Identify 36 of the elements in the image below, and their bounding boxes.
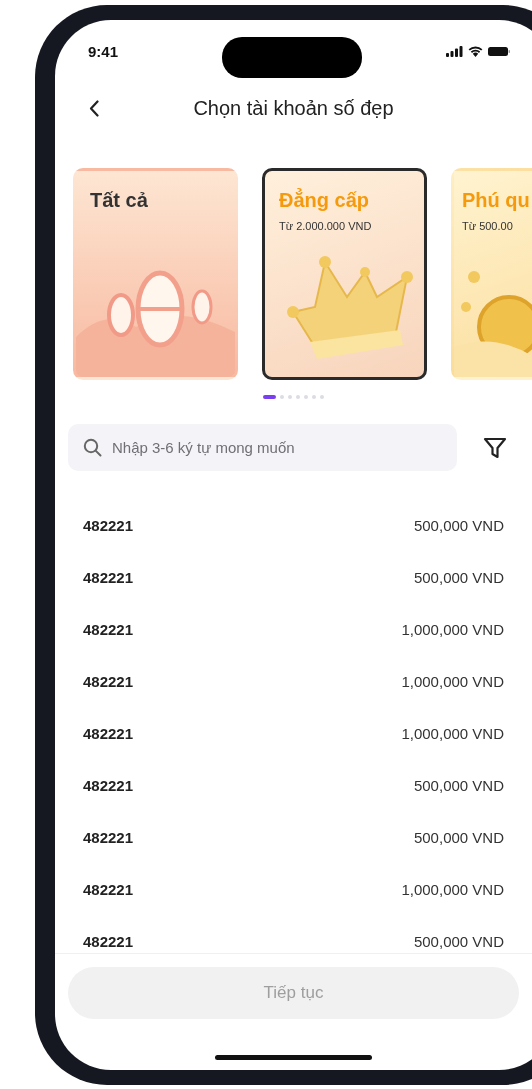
number-price: 1,000,000 VND	[401, 672, 504, 690]
category-card[interactable]: Phú qu Từ 500.00	[451, 168, 532, 380]
category-price: Từ 500.00	[462, 220, 514, 232]
number-price: 1,000,000 VND	[401, 880, 504, 898]
number-price: 500,000 VND	[413, 776, 504, 794]
category-title: Phú qu	[462, 189, 531, 212]
category-price: Từ 2.000.000 VND	[279, 220, 373, 232]
category-title: Tất cả	[90, 189, 149, 212]
account-number[interactable]: 482221	[83, 516, 134, 534]
number-price: 500,000 VND	[413, 568, 504, 586]
category-card[interactable]: Tất cả	[73, 168, 238, 380]
account-number[interactable]: 482221	[83, 932, 134, 950]
number-price: 500,000 VND	[413, 932, 504, 950]
signal-icon	[446, 45, 463, 57]
search-icon	[83, 438, 102, 457]
account-number[interactable]: 482221	[83, 880, 134, 898]
account-number[interactable]: 482221	[83, 620, 134, 638]
account-number[interactable]: 482221	[83, 568, 134, 586]
number-price: 500,000 VND	[413, 516, 504, 534]
account-number[interactable]: 482221	[83, 828, 134, 846]
number-price: 1,000,000 VND	[401, 724, 504, 742]
account-number[interactable]: 482221	[83, 776, 134, 794]
filter-icon	[483, 436, 507, 459]
account-number[interactable]: 482221	[83, 724, 134, 742]
filter-button[interactable]	[483, 436, 507, 459]
number-price: 500,000 VND	[413, 828, 504, 846]
wifi-icon	[468, 45, 483, 57]
search-field[interactable]: Nhập 3-6 ký tự mong muốn	[68, 424, 457, 471]
back-icon[interactable]	[89, 99, 99, 117]
category-card[interactable]: Đẳng cấp Từ 2.000.000 VND	[262, 168, 427, 380]
account-number[interactable]: 482221	[83, 672, 134, 690]
number-price: 1,000,000 VND	[401, 620, 504, 638]
page-title: Chọn tài khoản số đẹp	[193, 96, 394, 120]
status-time: 9:41	[88, 42, 119, 60]
battery-icon	[488, 45, 510, 57]
category-title: Đẳng cấp	[279, 189, 371, 212]
